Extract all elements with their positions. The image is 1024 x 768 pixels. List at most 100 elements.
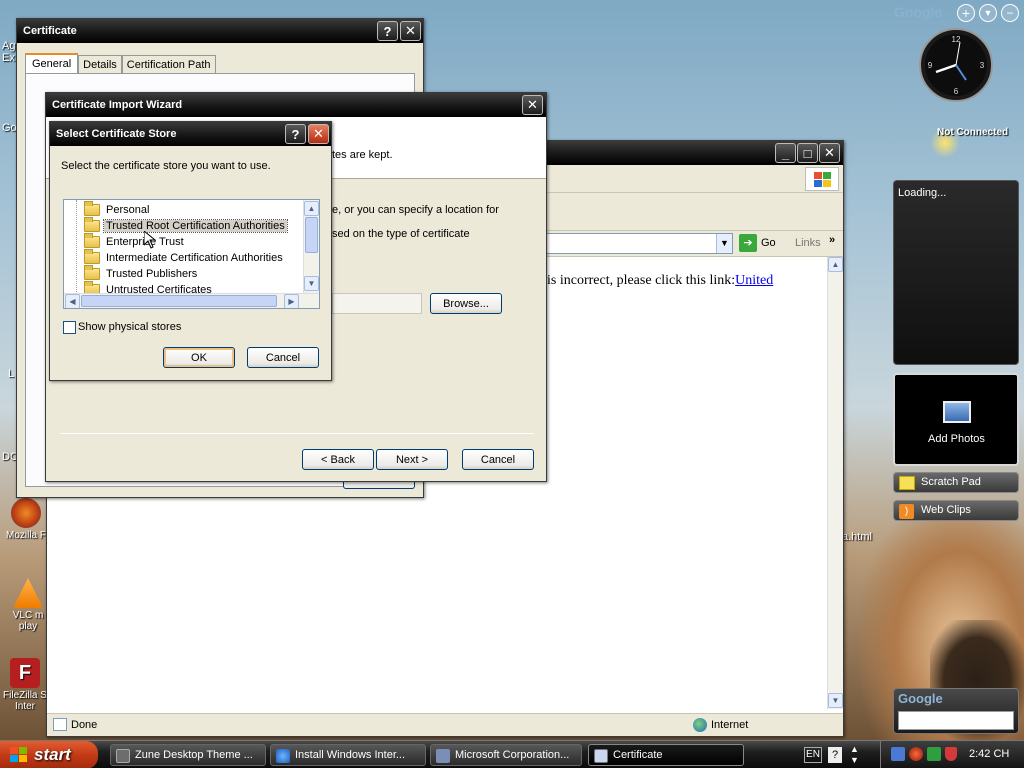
desktop-icon-vlc[interactable]: VLC m play [8, 578, 48, 632]
instruction-text: Select the certificate store you want to… [61, 160, 271, 172]
scroll-down-icon[interactable]: ▼ [304, 276, 319, 291]
close-button[interactable]: ✕ [308, 124, 329, 144]
browse-button[interactable]: Browse... [430, 293, 502, 314]
help-button[interactable]: ? [285, 124, 306, 144]
chevron-down-icon[interactable]: ▼ [716, 234, 732, 253]
page-body-text: is incorrect, please click this link:Uni… [547, 273, 773, 289]
rss-icon: ) [899, 504, 914, 519]
desktop-icon-firefox[interactable]: Mozilla F [4, 498, 48, 541]
folder-icon [84, 217, 100, 232]
filezilla-icon: F [10, 658, 40, 688]
svg-text:6: 6 [954, 87, 959, 96]
folder-icon [84, 249, 100, 264]
scratch-pad-gadget[interactable]: Scratch Pad [893, 472, 1019, 493]
h-scroll-thumb[interactable] [81, 295, 277, 307]
scroll-down-icon[interactable]: ▼ [828, 693, 843, 708]
clock-time[interactable]: 2:42 CH [969, 748, 1009, 760]
tree-item-intermediate[interactable]: Intermediate Certification Authorities [84, 249, 285, 266]
task-label: Zune Desktop Theme ... [135, 749, 253, 761]
shield-icon[interactable] [945, 747, 957, 761]
desktop-icon-label: Mozilla F [5, 530, 46, 541]
help-button[interactable]: ? [377, 21, 398, 41]
tree-item-trusted-publishers[interactable]: Trusted Publishers [84, 265, 199, 282]
go-arrow-icon[interactable]: ➔ [739, 234, 757, 252]
scroll-up-icon[interactable]: ▲ [828, 257, 843, 272]
show-physical-label[interactable]: Show physical stores [78, 321, 181, 333]
tab-details[interactable]: Details [78, 55, 122, 73]
analog-clock: 12 3 6 9 [919, 28, 993, 102]
web-clips-gadget[interactable]: ) Web Clips [893, 500, 1019, 521]
tab-general[interactable]: General [25, 53, 79, 73]
show-physical-checkbox[interactable] [63, 321, 76, 334]
tree-item-personal[interactable]: Personal [84, 201, 151, 218]
certificate-titlebar[interactable]: Certificate ? ✕ [17, 19, 423, 43]
tree-item-enterprise-trust[interactable]: Enterprise Trust [84, 233, 186, 250]
wizard-header-text: tes are kept. [332, 149, 393, 161]
help-icon[interactable]: ? [828, 747, 842, 763]
loading-text: Loading... [898, 187, 947, 199]
menu-dropdown-icon[interactable]: ▼ [979, 4, 997, 22]
globe-icon [693, 718, 707, 732]
minimize-sidebar-icon[interactable]: − [1001, 4, 1019, 22]
add-photos-label[interactable]: Add Photos [928, 433, 985, 445]
browser-scrollbar[interactable]: ▲ ▼ [827, 257, 843, 709]
desktop-file-label[interactable]: a.html [842, 531, 872, 543]
scroll-left-icon[interactable]: ◀ [65, 294, 80, 308]
cancel-button[interactable]: Cancel [247, 347, 319, 368]
ok-button[interactable]: OK [163, 347, 235, 368]
add-gadget-icon[interactable]: + [957, 4, 975, 22]
page-icon [53, 718, 67, 731]
store-tree[interactable]: Personal Trusted Root Certification Auth… [63, 199, 320, 309]
ie-icon [276, 749, 290, 763]
language-bar-options-icon[interactable]: ▲ ▼ [850, 744, 862, 766]
task-label: Certificate [613, 749, 663, 761]
tree-item-label: Personal [106, 204, 150, 216]
desktop-icon-filezilla[interactable]: F FileZilla S Inter [2, 658, 48, 712]
united-link[interactable]: United [735, 273, 773, 288]
scroll-right-icon[interactable]: ▶ [284, 294, 299, 308]
close-button[interactable]: ✕ [522, 95, 543, 115]
wizard-titlebar[interactable]: Certificate Import Wizard ✕ [46, 93, 546, 117]
task-install-ie[interactable]: Install Windows Inter... [270, 744, 426, 766]
scroll-up-icon[interactable]: ▲ [304, 201, 319, 216]
google-sidebar-logo: Google [894, 4, 943, 20]
close-button[interactable]: ✕ [819, 143, 840, 163]
photos-gadget[interactable]: Add Photos [893, 373, 1019, 466]
task-zune-theme[interactable]: Zune Desktop Theme ... [110, 744, 266, 766]
tree-item-trusted-root[interactable]: Trusted Root Certification Authorities [84, 217, 288, 234]
mouse-cursor-icon [144, 231, 156, 249]
chevron-right-icon[interactable]: » [829, 234, 835, 246]
links-label[interactable]: Links [795, 237, 821, 249]
google-search-input[interactable] [898, 711, 1014, 730]
store-field[interactable] [332, 293, 422, 314]
next-button[interactable]: Next > [376, 449, 448, 470]
task-certificate[interactable]: Certificate [588, 744, 744, 766]
maximize-button[interactable]: □ [797, 143, 818, 163]
tab-strip: General Details Certification Path [25, 53, 216, 73]
tray-firefox-icon[interactable] [909, 747, 923, 761]
tree-hscrollbar[interactable]: ◀ ▶ [64, 293, 319, 308]
dialog-title: Select Certificate Store [56, 128, 177, 140]
scratch-pad-label: Scratch Pad [921, 476, 981, 488]
language-indicator[interactable]: EN [804, 747, 822, 763]
scroll-thumb[interactable] [305, 217, 318, 253]
select-store-titlebar[interactable]: Select Certificate Store ? ✕ [50, 122, 331, 146]
cancel-button[interactable]: Cancel [462, 449, 534, 470]
photo-icon [943, 401, 971, 423]
go-button[interactable]: Go [761, 237, 776, 249]
start-button[interactable]: start [0, 741, 98, 768]
certificate-icon [594, 749, 608, 763]
desktop-edge-text: Ag [2, 40, 16, 52]
tree-item-label: Intermediate Certification Authorities [106, 252, 283, 264]
news-gadget[interactable]: Loading... [893, 180, 1019, 365]
back-button[interactable]: < Back [302, 449, 374, 470]
tree-vscrollbar[interactable]: ▲ ▼ [303, 200, 319, 293]
task-microsoft-corp[interactable]: Microsoft Corporation... [430, 744, 582, 766]
minimize-button[interactable]: _ [775, 143, 796, 163]
close-button[interactable]: ✕ [400, 21, 421, 41]
tray-network-icon[interactable] [927, 747, 941, 761]
tray-app-icon[interactable] [891, 747, 905, 761]
svg-text:3: 3 [980, 61, 985, 70]
tab-certification-path[interactable]: Certification Path [121, 55, 216, 73]
certificate-icon [436, 749, 450, 763]
